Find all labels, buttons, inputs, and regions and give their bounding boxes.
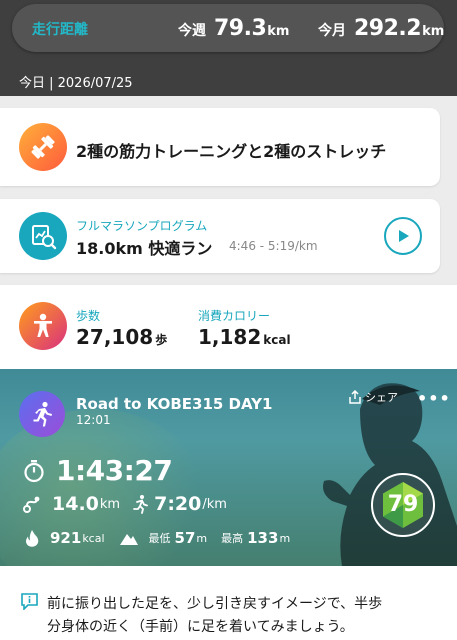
week-unit: km bbox=[267, 24, 290, 39]
strength-training-card[interactable]: 2種の筋力トレーニングと2種のストレッチ bbox=[0, 108, 440, 186]
score-value: 79 bbox=[387, 492, 419, 517]
header: 走行距離 今週 79.3km 今月 292.2km 今日 | 2026/07/25 bbox=[0, 0, 457, 96]
more-options-button[interactable]: ••• bbox=[417, 389, 451, 408]
week-label: 今週 bbox=[178, 23, 206, 39]
distance-pace-row: 14.0 km 7:20/km bbox=[22, 493, 237, 515]
person-icon bbox=[19, 302, 67, 350]
steps-label: 歩数 bbox=[76, 309, 101, 323]
tip-line-2: 分身体の近く（手前）に足を着いてみましょう。 bbox=[47, 619, 354, 635]
distance-label: 走行距離 bbox=[32, 22, 88, 38]
share-label: シェア bbox=[365, 391, 398, 404]
pace-runner-icon bbox=[133, 495, 148, 514]
steps-unit: 歩 bbox=[155, 333, 168, 347]
mountain-icon bbox=[119, 534, 138, 545]
info-comment-icon bbox=[21, 593, 38, 610]
month-unit: km bbox=[422, 24, 445, 39]
program-card[interactable]: フルマラソンプログラム 18.0km 快適ラン 4:46 - 5:19/km bbox=[0, 199, 440, 273]
advice-tip: 前に振り出した足を、少し引き戻すイメージで、半歩 分身体の近く（手前）に足を着い… bbox=[0, 566, 457, 640]
pace-value: 7:20 bbox=[154, 493, 202, 515]
min-elevation-value: 57 bbox=[174, 529, 196, 547]
daily-stats-card[interactable]: 歩数 27,108 歩 消費カロリー 1,182 kcal bbox=[0, 285, 457, 369]
calories-value: 921 bbox=[50, 529, 82, 547]
run-score-badge[interactable]: 79 bbox=[370, 472, 436, 538]
tip-line-1: 前に振り出した足を、少し引き戻すイメージで、半歩 bbox=[47, 596, 383, 612]
calorie-unit: kcal bbox=[263, 333, 291, 347]
max-elevation-unit: m bbox=[279, 531, 291, 545]
stopwatch-icon bbox=[24, 459, 44, 482]
calorie-value-group: 1,182 kcal bbox=[198, 325, 291, 349]
calories-unit: kcal bbox=[82, 531, 105, 545]
calorie-label: 消費カロリー bbox=[198, 309, 271, 323]
max-elevation-value: 133 bbox=[247, 529, 279, 547]
dumbbell-icon bbox=[19, 123, 67, 171]
calorie-value: 1,182 bbox=[198, 325, 262, 349]
week-value: 79.3 bbox=[214, 16, 267, 41]
max-elevation-label: 最高 bbox=[221, 532, 244, 545]
week-distance: 今週 79.3km bbox=[178, 16, 289, 41]
min-elevation-label: 最低 bbox=[148, 532, 171, 545]
pace-unit: /km bbox=[202, 496, 227, 512]
duration-row: 1:43:27 bbox=[22, 454, 173, 487]
min-elevation-unit: m bbox=[196, 531, 208, 545]
flame-icon bbox=[26, 530, 39, 547]
program-search-icon bbox=[19, 212, 67, 260]
activity-time: 12:01 bbox=[76, 413, 111, 427]
play-button[interactable] bbox=[384, 217, 422, 255]
steps-value: 27,108 bbox=[76, 325, 154, 349]
share-button[interactable]: シェア bbox=[348, 389, 398, 405]
strength-card-title: 2種の筋力トレーニングと2種のストレッチ bbox=[76, 142, 387, 161]
running-activity-icon bbox=[19, 391, 65, 437]
month-value: 292.2 bbox=[354, 16, 422, 41]
route-icon bbox=[23, 496, 40, 513]
distance-value: 14.0 bbox=[52, 493, 99, 515]
distance-summary-pill[interactable]: 走行距離 今週 79.3km 今月 292.2km bbox=[12, 4, 444, 52]
activity-name: Road to KOBE315 DAY1 bbox=[76, 395, 273, 413]
duration-value: 1:43:27 bbox=[56, 454, 173, 487]
share-icon bbox=[349, 390, 361, 404]
play-icon bbox=[399, 230, 409, 242]
month-label: 今月 bbox=[318, 23, 346, 39]
month-distance: 今月 292.2km bbox=[318, 16, 444, 41]
distance-unit: km bbox=[99, 496, 121, 512]
calorie-elevation-row: 921 kcal 最低 57 m 最高 133 m bbox=[24, 529, 304, 547]
today-date: 今日 | 2026/07/25 bbox=[19, 76, 133, 91]
program-title: 18.0km 快適ラン bbox=[76, 239, 213, 258]
program-pace: 4:46 - 5:19/km bbox=[229, 239, 318, 253]
steps-value-group: 27,108 歩 bbox=[76, 325, 167, 349]
program-subtitle: フルマラソンプログラム bbox=[76, 219, 208, 233]
